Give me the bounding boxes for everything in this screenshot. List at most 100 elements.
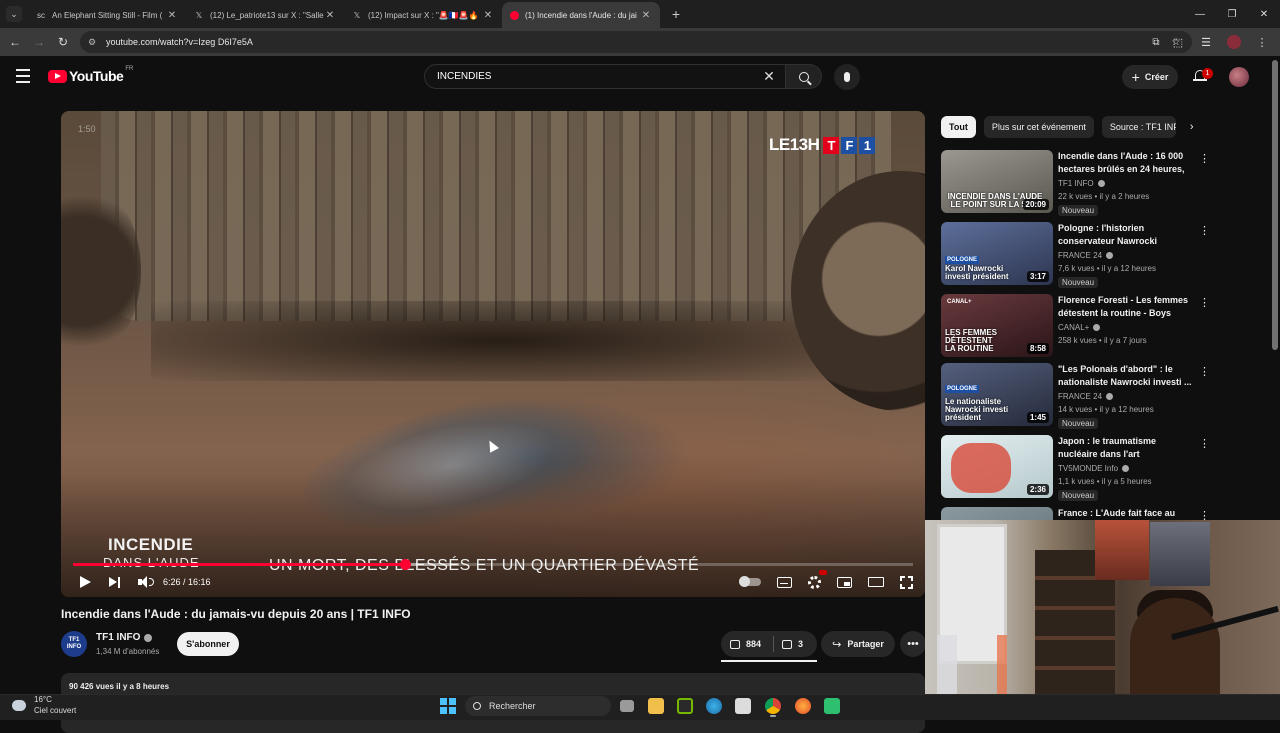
tab-close-icon[interactable]: ✕ (166, 10, 178, 21)
browser-tab-2[interactable]: 𝕏 (12) Le_patriote13 sur X : "Salle ✕ (186, 2, 344, 28)
search-input[interactable]: INCENDIES (424, 64, 786, 89)
chevron-right-icon[interactable]: › (1190, 121, 1194, 133)
restore-icon[interactable]: ❐ (1216, 0, 1248, 28)
chip-source[interactable]: Source : TF1 INFO (1101, 116, 1176, 138)
volume-icon[interactable] (138, 576, 154, 588)
file-explorer-icon[interactable] (648, 698, 664, 714)
recommendation-item[interactable]: France : L'Aude fait face au plus ⋮ (941, 507, 1221, 521)
video-thumbnail[interactable]: POLOGNE Karol Nawrocki investi président… (941, 222, 1053, 285)
recommendation-title: Japon : le traumatisme nucléaire dans l'… (1058, 436, 1157, 459)
weather-cloud-icon[interactable] (12, 700, 26, 711)
share-button[interactable]: ↪ Partager (821, 631, 895, 657)
channel-name[interactable]: TF1 INFO (96, 632, 153, 643)
chrome-icon[interactable] (765, 698, 781, 714)
site-info-icon[interactable]: ⚙ (88, 37, 100, 48)
video-thumbnail[interactable]: POLOGNE Le nationaliste Nawrocki investi… (941, 363, 1053, 426)
logo-text: YouTube (69, 68, 124, 84)
next-icon[interactable] (109, 576, 120, 588)
tab-close-icon[interactable]: ✕ (324, 10, 336, 21)
dislike-button[interactable]: 3 (774, 639, 803, 649)
account-avatar[interactable] (1229, 67, 1249, 87)
reading-list-icon[interactable]: ☰ (1192, 36, 1220, 49)
edge-icon[interactable] (706, 698, 722, 714)
profile-icon[interactable] (1227, 35, 1241, 49)
settings-button[interactable] (808, 569, 827, 589)
chip-all[interactable]: Tout (941, 116, 976, 138)
video-thumbnail[interactable]: INCENDIE DANS L'AUDE LE POINT SUR LA SIT… (941, 150, 1053, 213)
kebab-menu-icon[interactable]: ⋮ (1199, 224, 1210, 237)
verified-icon (1093, 324, 1101, 331)
recommendation-item[interactable]: POLOGNE Karol Nawrocki investi président… (941, 222, 1221, 288)
microphone-icon (844, 72, 850, 82)
recommendation-item[interactable]: POLOGNE Le nationaliste Nawrocki investi… (941, 363, 1221, 429)
cast-icon[interactable]: ⧉ (1146, 37, 1166, 48)
video-player[interactable]: 1:50 LE13H T F 1 INCENDIE DANS L'AUDE UN… (61, 111, 925, 597)
like-button[interactable]: 884 (721, 639, 773, 649)
miniplayer-icon[interactable] (837, 576, 852, 588)
clear-search-icon[interactable]: ✕ (760, 67, 778, 85)
search-button[interactable] (786, 64, 822, 89)
windows-start-icon[interactable] (440, 698, 456, 714)
youtube-logo[interactable]: YouTube FR (48, 66, 133, 84)
player-controls-right (723, 569, 913, 592)
new-tab-icon[interactable]: + (666, 4, 686, 24)
video-thumbnail[interactable] (941, 507, 1053, 521)
menu-icon[interactable] (16, 69, 30, 87)
kebab-menu-icon[interactable]: ⋮ (1199, 365, 1210, 378)
recommendation-channel: CANAL+ (1058, 323, 1101, 332)
verified-icon (1106, 252, 1114, 259)
subscriber-count: 1,34 M d'abonnés (96, 647, 160, 656)
nvidia-icon[interactable] (677, 698, 693, 714)
tab-close-icon[interactable]: ✕ (482, 10, 494, 21)
store-icon[interactable] (735, 698, 751, 714)
autoplay-toggle[interactable] (739, 576, 761, 587)
tab-close-icon[interactable]: ✕ (640, 10, 652, 21)
new-badge: Nouveau (1058, 418, 1099, 429)
channel-avatar[interactable]: TF1 INFO (61, 631, 87, 657)
forward-icon[interactable]: → (27, 30, 51, 54)
recommendation-item[interactable]: INCENDIE DANS L'AUDE LE POINT SUR LA SIT… (941, 150, 1221, 216)
extensions-icon[interactable]: ⬚ (1164, 36, 1192, 49)
voice-search-button[interactable] (834, 64, 860, 90)
back-icon[interactable]: ← (3, 30, 27, 54)
firefox-icon[interactable] (795, 698, 811, 714)
url-bar[interactable]: ⚙ youtube.com/watch?v=Izeg D6I7e5A ⧉ ☆ (80, 31, 1192, 53)
kebab-menu-icon[interactable]: ⋮ (1199, 152, 1210, 165)
browser-menu-icon[interactable]: ⋮ (1248, 36, 1276, 49)
page-scrollbar[interactable] (1272, 60, 1278, 350)
minimize-icon[interactable]: — (1184, 0, 1216, 28)
video-thumbnail[interactable]: CANAL+ LES FEMMES DÉTESTENT LA ROUTINE 8… (941, 294, 1053, 357)
progress-bar[interactable] (73, 559, 913, 570)
kebab-menu-icon[interactable]: ⋮ (1199, 296, 1210, 309)
recommendation-item[interactable]: CANAL+ LES FEMMES DÉTESTENT LA ROUTINE 8… (941, 294, 1221, 360)
create-button[interactable]: + Créer (1122, 65, 1178, 89)
theater-mode-icon[interactable] (868, 577, 884, 587)
player-controls-left: 6:26 / 16:16 (75, 572, 211, 592)
browser-tab-4[interactable]: (1) Incendie dans l'Aude : du jai ✕ (502, 2, 660, 28)
tab-search-icon[interactable]: ⌄ (6, 6, 22, 22)
recommendation-item[interactable]: 2:36 Japon : le traumatisme nucléaire da… (941, 435, 1221, 501)
banner-caption: UN MORT, DES BLESSÉS ET UN QUARTIER DÉVA… (269, 557, 700, 574)
kebab-menu-icon[interactable]: ⋮ (1199, 437, 1210, 450)
play-icon[interactable] (80, 576, 91, 588)
browser-tab-3[interactable]: 𝕏 (12) Impact sur X : "🚨🇫🇷🚨🔥 ✕ (344, 2, 502, 28)
fullscreen-icon[interactable] (900, 575, 913, 589)
recommendation-meta: 1,1 k vues • il y a 5 heures (1058, 477, 1152, 486)
app-icon[interactable] (824, 698, 840, 714)
duration-badge: 20:09 (1022, 199, 1049, 210)
subtitles-icon[interactable] (777, 576, 792, 588)
taskbar-search[interactable]: Rechercher (465, 696, 611, 716)
video-thumbnail[interactable]: 2:36 (941, 435, 1053, 498)
chip-more-event[interactable]: Plus sur cet événement (983, 116, 1094, 138)
scrubber-handle[interactable] (399, 559, 411, 570)
more-actions-icon[interactable]: ••• (900, 631, 926, 657)
verified-icon (144, 633, 153, 642)
task-view-icon[interactable] (620, 700, 634, 712)
recommendation-title: France : L'Aude fait face au plus (1058, 508, 1176, 518)
reload-icon[interactable]: ↻ (51, 30, 75, 54)
thumbnail-tag: CANAL+ (947, 299, 972, 305)
close-window-icon[interactable]: ✕ (1248, 0, 1280, 28)
browser-tab-1[interactable]: sc An Elephant Sitting Still - Film ( ✕ (28, 2, 186, 28)
tf1-brand-logo: LE13H T F 1 (769, 135, 877, 155)
subscribe-button[interactable]: S'abonner (177, 632, 239, 656)
